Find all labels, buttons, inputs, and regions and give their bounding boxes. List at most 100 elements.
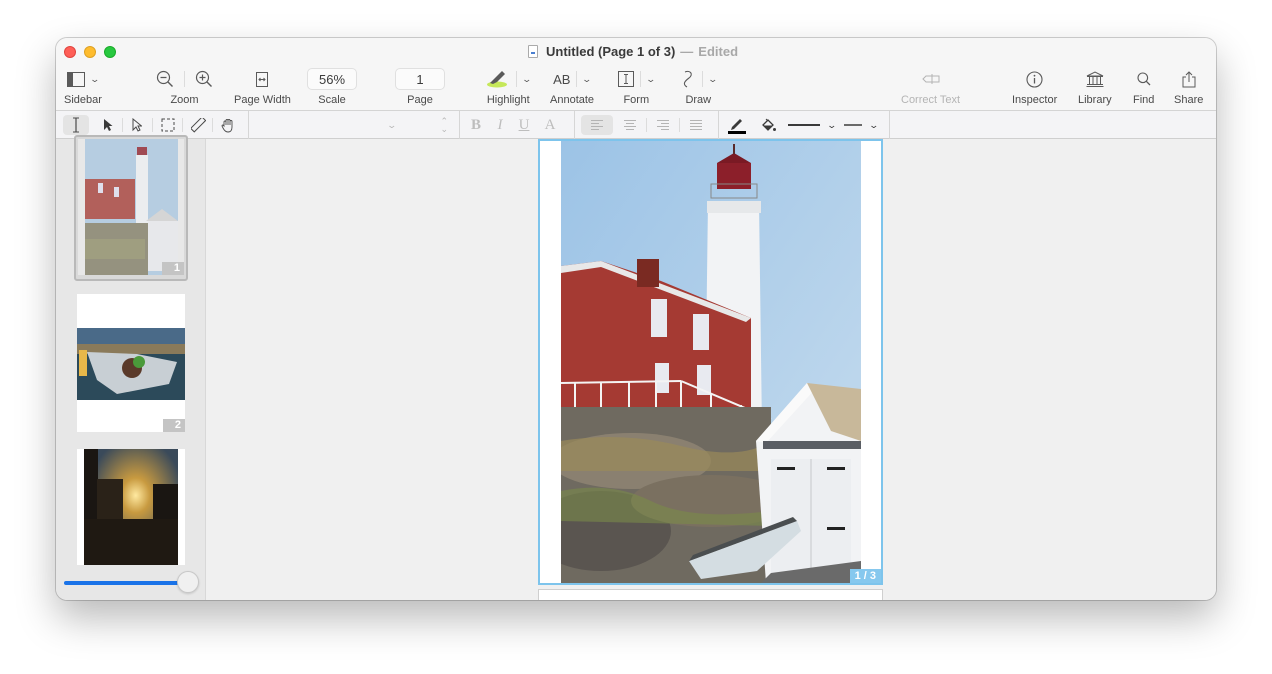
chevron-down-icon[interactable]: ⌄	[645, 74, 656, 85]
align-right-icon	[656, 119, 670, 131]
sidebar-label: Sidebar	[64, 94, 102, 106]
chevron-down-icon: ⌄	[89, 73, 101, 84]
annotate-button[interactable]: AB ⌄ Annotate	[550, 66, 594, 106]
zoom-window-button[interactable]	[104, 46, 116, 58]
divider	[459, 111, 460, 139]
hand-icon	[221, 118, 236, 133]
form-button[interactable]: ⌄ Form	[618, 66, 656, 106]
font-name-select[interactable]: ⌄	[252, 115, 402, 135]
line-end-button[interactable]: ⌄	[841, 115, 881, 135]
edited-status: Edited	[698, 44, 739, 59]
divider	[184, 71, 185, 87]
align-left-button[interactable]	[581, 115, 613, 135]
preview-window: Untitled (Page 1 of 3) — Edited ⌄ Sideba…	[56, 38, 1216, 600]
scale-label: Scale	[318, 94, 346, 106]
draw-squiggle-icon	[680, 70, 696, 88]
line-style-button[interactable]: ⌄	[786, 115, 838, 135]
share-button[interactable]: Share	[1174, 66, 1203, 106]
thumbnail-page-2[interactable]: 2	[77, 294, 185, 432]
rectangular-selection-tool[interactable]	[157, 115, 179, 135]
draw-label: Draw	[685, 94, 712, 106]
align-left-icon	[590, 119, 604, 131]
page-width-button[interactable]: Page Width	[234, 66, 291, 106]
up-down-chevron-icon: ⌃ ⌄	[440, 116, 448, 134]
page-indicator: 1 / 3	[849, 569, 881, 583]
thumbnail-size-slider-knob[interactable]	[177, 571, 199, 593]
document-view[interactable]: 1 / 3	[207, 139, 1216, 600]
paint-bucket-icon	[761, 118, 777, 133]
page-label: Page	[407, 94, 433, 106]
zoom-out-icon[interactable]	[156, 70, 174, 88]
pdf-document-icon[interactable]	[528, 45, 538, 58]
align-right-button[interactable]	[653, 115, 673, 135]
thumbnail-page-1[interactable]: 1	[78, 139, 184, 275]
zoom-in-icon[interactable]	[195, 70, 213, 88]
correct-text-button[interactable]: Correct Text	[901, 66, 960, 106]
library-label: Library	[1078, 94, 1112, 106]
chevron-down-icon[interactable]: ⌄	[582, 74, 593, 85]
hand-tool[interactable]	[217, 115, 239, 135]
annotate-text-icon: AB	[553, 71, 571, 87]
align-center-icon	[623, 119, 637, 131]
zoom-control: Zoom	[156, 66, 213, 106]
scale-field[interactable]: 56%	[307, 68, 357, 90]
sidebar-toggle-button[interactable]: ⌄ Sidebar	[64, 66, 102, 106]
correct-text-icon	[921, 73, 940, 85]
border-color-button[interactable]	[726, 115, 748, 135]
divider	[152, 118, 153, 132]
minimize-button[interactable]	[84, 46, 96, 58]
select-tool[interactable]	[98, 115, 118, 135]
bold-button[interactable]: B	[466, 115, 486, 135]
thumbnail-page-number: 1	[162, 262, 184, 275]
thumbnail-page-number: 2	[163, 419, 185, 432]
arrow-cursor-outline-icon	[132, 118, 142, 132]
chevron-down-icon: ⌄	[386, 119, 398, 130]
window-controls	[64, 46, 116, 58]
highlight-label: Highlight	[486, 94, 530, 106]
divider	[212, 118, 213, 132]
library-button[interactable]: Library	[1078, 66, 1112, 106]
divider	[718, 111, 719, 139]
italic-button[interactable]: I	[490, 115, 510, 135]
divider	[640, 71, 641, 87]
font-size-stepper[interactable]: ⌃ ⌄	[406, 115, 456, 135]
document-page-1[interactable]: 1 / 3	[538, 139, 883, 585]
draw-button[interactable]: ⌄ Draw	[680, 66, 718, 106]
title-text: Untitled (Page 1 of 3)	[546, 44, 676, 59]
page-number-field[interactable]: 1	[395, 68, 445, 90]
thumbnail-page-3[interactable]	[77, 449, 185, 565]
close-button[interactable]	[64, 46, 76, 58]
divider	[889, 111, 890, 139]
zoom-label: Zoom	[170, 94, 199, 106]
divider	[679, 118, 680, 132]
info-icon	[1026, 70, 1043, 88]
thumbnail-size-slider-track[interactable]	[64, 581, 182, 585]
document-page-2[interactable]	[538, 589, 883, 600]
underline-button[interactable]: U	[514, 115, 534, 135]
fill-color-button[interactable]	[758, 115, 780, 135]
highlighter-icon	[486, 70, 510, 88]
chevron-down-icon[interactable]: ⌄	[707, 74, 718, 85]
divider	[702, 71, 703, 87]
divider	[248, 111, 249, 139]
divider	[182, 118, 183, 132]
food-boat-thumbnail-image	[77, 328, 185, 400]
sidebar-icon	[67, 71, 86, 87]
chevron-down-icon[interactable]: ⌄	[521, 74, 532, 85]
text-field-icon	[618, 71, 634, 87]
alt-select-tool[interactable]	[127, 115, 147, 135]
divider	[516, 71, 517, 87]
text-color-button[interactable]: A	[540, 115, 560, 135]
page-width-label: Page Width	[234, 94, 291, 106]
divider	[122, 118, 123, 132]
highlight-button[interactable]: ⌄ Highlight	[486, 66, 532, 106]
justify-button[interactable]	[686, 115, 706, 135]
align-center-button[interactable]	[620, 115, 640, 135]
find-button[interactable]: Find	[1133, 66, 1154, 106]
divider	[646, 118, 647, 132]
text-cursor-icon	[72, 117, 80, 133]
annotate-label: Annotate	[550, 94, 595, 106]
inspector-button[interactable]: Inspector	[1012, 66, 1057, 106]
text-selection-tool[interactable]	[63, 115, 89, 135]
measure-tool[interactable]	[187, 115, 209, 135]
